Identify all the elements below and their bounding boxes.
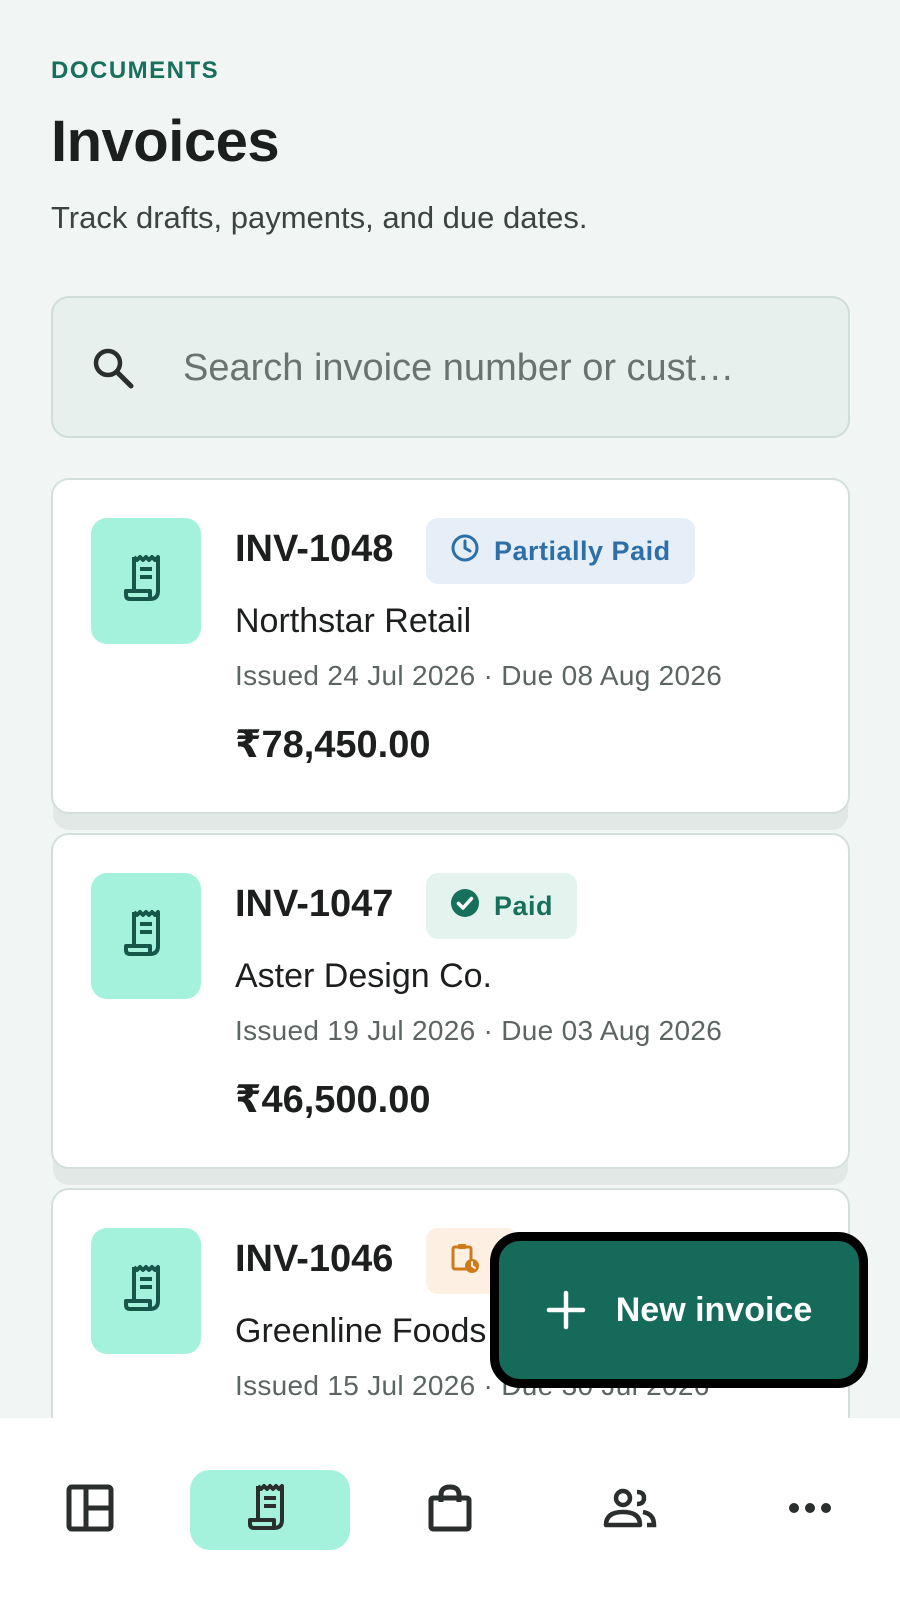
invoice-thumbnail [91,518,201,644]
customer-name: Greenline Foods [235,1312,487,1350]
page-subtitle: Track drafts, payments, and due dates. [51,200,588,235]
new-invoice-label: New invoice [615,1290,813,1329]
nav-item-more[interactable] [730,1470,890,1550]
invoice-amount: ₹46,500.00 [235,1079,431,1121]
nav-item-products[interactable] [370,1470,530,1550]
plus-icon [546,1290,586,1330]
receipt-icon [122,553,170,610]
section-eyebrow: DOCUMENTS [51,57,220,84]
clipboard-clock-icon [450,1242,480,1281]
invoice-card[interactable]: INV-1047 Paid Aster Design Co. Issued 19… [51,833,850,1169]
invoice-dates: Issued 19 Jul 2026 · Due 03 Aug 2026 [235,1015,723,1046]
nav-item-dashboard[interactable] [10,1470,170,1550]
nav-item-invoices[interactable] [190,1470,350,1550]
invoice-dates: Issued 24 Jul 2026 · Due 08 Aug 2026 [235,660,723,691]
check-circle-icon [450,888,480,925]
search-input[interactable] [183,338,823,398]
invoice-number: INV-1048 [235,528,394,570]
status-badge: Paid [426,873,578,939]
invoice-thumbnail [91,873,201,999]
customer-name: Aster Design Co. [235,957,492,995]
search-bar[interactable] [51,296,850,438]
invoice-thumbnail [91,1228,201,1354]
invoices-screen: DOCUMENTS Invoices Track drafts, payment… [0,0,900,1600]
bottom-navigation [0,1418,900,1600]
new-invoice-button[interactable]: New invoice [490,1232,868,1388]
nav-item-customers[interactable] [550,1470,710,1550]
search-icon [89,344,137,392]
invoice-number: INV-1046 [235,1238,394,1280]
status-label: Paid [494,890,554,921]
people-icon [603,1488,657,1533]
page-title: Invoices [51,109,280,174]
receipt-icon [122,908,170,965]
invoice-number: INV-1047 [235,883,394,925]
shopping-bag-icon [428,1483,472,1537]
more-horizontal-icon [788,1501,832,1519]
customer-name: Northstar Retail [235,602,472,640]
receipt-icon [122,1263,170,1320]
receipt-icon [246,1482,294,1539]
invoice-amount: ₹78,450.00 [235,724,431,766]
dashboard-icon [66,1484,114,1537]
status-badge: Partially Paid [426,518,695,584]
status-label: Partially Paid [494,535,671,566]
invoice-card[interactable]: INV-1048 Partially Paid Northstar Retail… [51,478,850,814]
clock-icon [450,533,480,570]
